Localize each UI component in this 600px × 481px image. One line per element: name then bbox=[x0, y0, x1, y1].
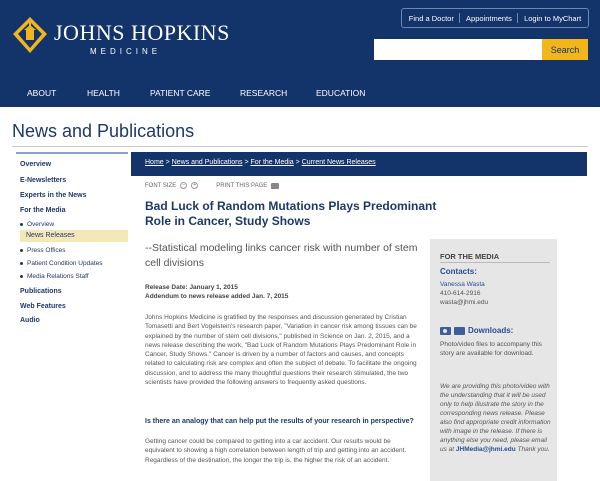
sidebar-subitem-label: Patient Condition Updates bbox=[27, 260, 103, 267]
main-nav: ABOUT HEALTH PATIENT CARE RESEARCH EDUCA… bbox=[0, 80, 600, 104]
bullet-icon bbox=[20, 222, 23, 226]
sidebar-item-overview[interactable]: Overview bbox=[20, 161, 51, 168]
breadcrumb-home[interactable]: Home bbox=[145, 159, 164, 166]
downloads-label: Downloads: bbox=[468, 326, 514, 335]
addendum-note: Addendum to news release added Jan. 7, 2… bbox=[145, 293, 289, 300]
breadcrumb-for-the-media[interactable]: For the Media bbox=[251, 159, 294, 166]
sidebar-subitem-press-offices[interactable]: Press Offices bbox=[20, 247, 66, 254]
sidebar: Overview E-Newsletters Experts in the Ne… bbox=[16, 152, 128, 481]
johns-hopkins-logo[interactable]: JOHNS HOPKINS MEDICINE bbox=[12, 14, 229, 62]
sidebar-subitem-label: Overview bbox=[27, 221, 55, 228]
breadcrumb-separator: > bbox=[295, 159, 300, 166]
nav-item-research[interactable]: RESEARCH bbox=[240, 88, 287, 98]
login-mychart-link[interactable]: Login to MyChart bbox=[524, 14, 581, 23]
shield-icon bbox=[13, 17, 47, 53]
sidebar-item-for-the-media[interactable]: For the Media bbox=[20, 207, 66, 214]
faq-question: Is there an analogy that can help put th… bbox=[145, 418, 414, 425]
downloads-note: We are providing this photo/video with t… bbox=[440, 382, 552, 454]
contact-email[interactable]: wasta@jhmi.edu bbox=[440, 299, 488, 306]
sidebar-subitem-patient-condition[interactable]: Patient Condition Updates bbox=[20, 260, 103, 267]
find-a-doctor-link[interactable]: Find a Doctor bbox=[409, 14, 454, 23]
breadcrumb-news-publications[interactable]: News and Publications bbox=[172, 159, 243, 166]
sidebar-subitem-media-relations[interactable]: Media Relations Staff bbox=[20, 273, 89, 280]
media-email-link[interactable]: JHMedia@jhmi.edu bbox=[456, 446, 516, 453]
brand-name: JOHNS HOPKINS bbox=[54, 20, 230, 45]
sidebar-subitem-label: News Releases bbox=[26, 232, 75, 239]
sidebar-subitem-news-releases[interactable]: News Releases bbox=[20, 230, 128, 242]
note-text: We are providing this photo/video with t… bbox=[440, 383, 551, 453]
breadcrumb: Home > News and Publications > For the M… bbox=[145, 159, 376, 166]
nav-item-health[interactable]: HEALTH bbox=[87, 88, 120, 98]
divider bbox=[459, 13, 461, 23]
sidebar-item-publications[interactable]: Publications bbox=[20, 288, 62, 295]
nav-item-patient-care[interactable]: PATIENT CARE bbox=[150, 88, 210, 98]
brand-subtitle: MEDICINE bbox=[90, 47, 162, 56]
contacts-label: Contacts: bbox=[440, 267, 477, 276]
bullet-icon bbox=[20, 261, 23, 265]
print-page-link[interactable]: PRINT THIS PAGE bbox=[216, 183, 267, 189]
appointments-link[interactable]: Appointments bbox=[466, 14, 512, 23]
contact-name-link[interactable]: Vanessa Wasta bbox=[440, 281, 485, 288]
camera-icon bbox=[440, 326, 451, 335]
article-body: Johns Hopkins Medicine is gratified by t… bbox=[145, 314, 417, 387]
utility-links: Find a Doctor Appointments Login to MyCh… bbox=[401, 8, 589, 28]
sidebar-item-audio[interactable]: Audio bbox=[20, 317, 40, 324]
nav-item-education[interactable]: EDUCATION bbox=[316, 88, 365, 98]
nav-item-about[interactable]: ABOUT bbox=[27, 88, 56, 98]
search-button[interactable]: Search bbox=[542, 39, 588, 60]
video-icon bbox=[454, 326, 465, 335]
font-increase-button[interactable]: + bbox=[191, 182, 199, 189]
divider bbox=[517, 13, 519, 23]
bullet-icon bbox=[20, 274, 23, 278]
downloads-text: Photo/video files to accompany this stor… bbox=[440, 341, 542, 357]
search-input[interactable] bbox=[374, 39, 542, 60]
site-header: JOHNS HOPKINS MEDICINE Find a Doctor App… bbox=[0, 0, 600, 107]
downloads-heading: Downloads: bbox=[440, 326, 513, 335]
breadcrumb-separator: > bbox=[165, 159, 170, 166]
divider bbox=[16, 152, 128, 154]
sidebar-subitem-label: Press Offices bbox=[27, 247, 66, 254]
page-tools: FONT SIZE − + PRINT THIS PAGE bbox=[145, 182, 280, 189]
media-panel-title: FOR THE MEDIA bbox=[440, 252, 500, 261]
breadcrumb-separator: > bbox=[244, 159, 249, 166]
breadcrumb-current-news-releases[interactable]: Current News Releases bbox=[302, 159, 376, 166]
article-subhead: --Statistical modeling links cancer risk… bbox=[145, 242, 418, 269]
sidebar-item-experts[interactable]: Experts in the News bbox=[20, 192, 87, 199]
faq-answer: Getting cancer could be compared to gett… bbox=[145, 438, 407, 464]
bullet-icon bbox=[20, 248, 23, 252]
release-date: Release Date: January 1, 2015 bbox=[145, 284, 238, 291]
font-size-label: FONT SIZE bbox=[145, 182, 177, 189]
font-decrease-button[interactable]: − bbox=[180, 182, 188, 189]
page-title: News and Publications bbox=[12, 121, 195, 141]
note-end: Thank you. bbox=[517, 446, 550, 453]
divider bbox=[12, 146, 588, 147]
sidebar-subitem-label: Media Relations Staff bbox=[27, 273, 89, 280]
sidebar-subitem-overview[interactable]: Overview bbox=[20, 221, 54, 228]
sidebar-item-e-newsletters[interactable]: E-Newsletters bbox=[20, 177, 66, 184]
breadcrumb-bar: Home > News and Publications > For the M… bbox=[131, 152, 587, 176]
sidebar-item-web-features[interactable]: Web Features bbox=[20, 303, 66, 310]
printer-icon[interactable] bbox=[271, 182, 280, 189]
article-headline: Bad Luck of Random Mutations Plays Predo… bbox=[145, 199, 437, 228]
media-panel: FOR THE MEDIA Contacts: Vanessa Wasta 41… bbox=[430, 239, 557, 481]
contact-phone: 410-614-2916 bbox=[440, 290, 481, 297]
divider bbox=[440, 262, 550, 263]
